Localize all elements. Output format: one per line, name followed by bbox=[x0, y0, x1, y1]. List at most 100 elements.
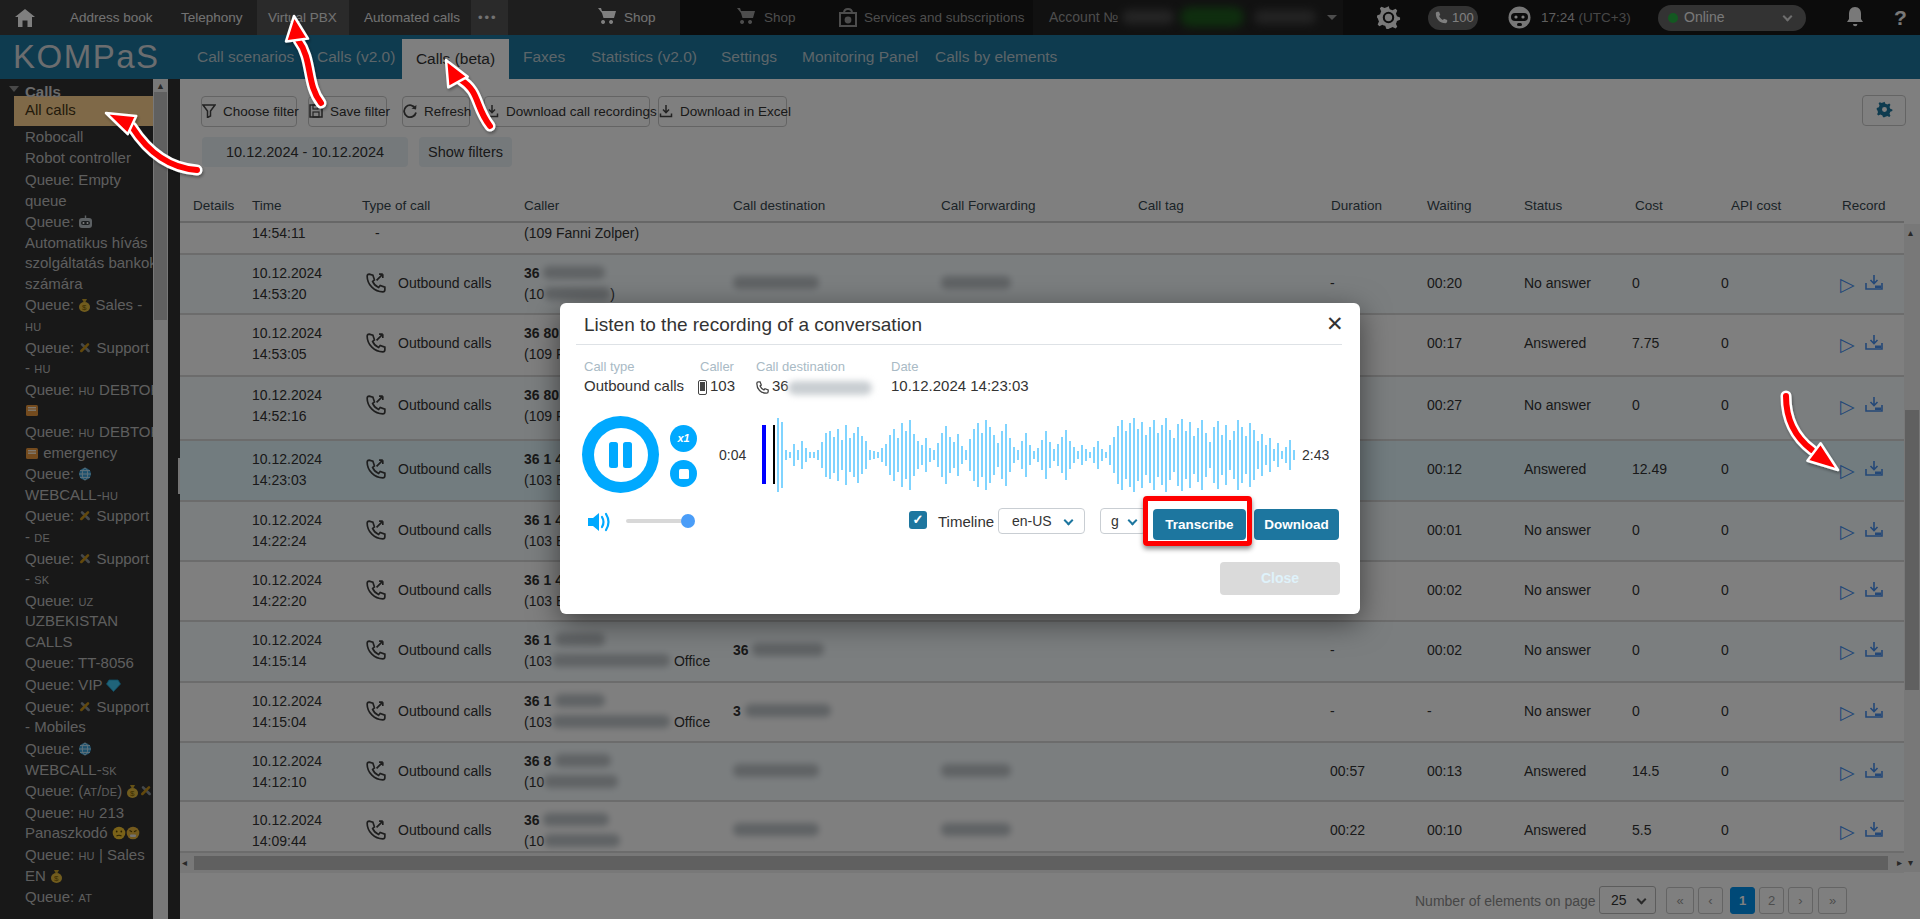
waveform-bar bbox=[1133, 418, 1135, 492]
waveform-bar bbox=[945, 426, 947, 484]
modal-title: Listen to the recording of a conversatio… bbox=[584, 314, 922, 336]
chevron-down-icon bbox=[1064, 516, 1074, 526]
waveform-bar bbox=[1121, 420, 1123, 490]
pause-icon bbox=[623, 442, 632, 468]
waveform-bar bbox=[953, 442, 955, 468]
waveform-cursor[interactable] bbox=[773, 425, 775, 484]
waveform-bar bbox=[813, 452, 815, 458]
waveform-bar bbox=[1053, 449, 1055, 461]
waveform-bar bbox=[1149, 427, 1151, 483]
waveform-bar bbox=[1085, 449, 1087, 461]
stop-icon bbox=[679, 469, 689, 479]
waveform-bar bbox=[1169, 430, 1171, 480]
waveform-bar bbox=[781, 422, 783, 488]
waveform-bar bbox=[1017, 450, 1019, 460]
waveform-bar bbox=[841, 440, 843, 470]
waveform-bar bbox=[1281, 451, 1283, 459]
waveform-bar bbox=[1177, 424, 1179, 486]
waveform-bar bbox=[997, 443, 999, 467]
chevron-down-icon bbox=[1128, 516, 1138, 526]
waveform-bar bbox=[809, 452, 811, 458]
waveform-bar bbox=[893, 429, 895, 481]
waveform-bar bbox=[1005, 424, 1007, 486]
waveform-bar bbox=[985, 420, 987, 490]
waveform-bar bbox=[1145, 435, 1147, 475]
annotation-red-rectangle bbox=[1143, 496, 1252, 546]
voice-select[interactable]: g bbox=[1100, 508, 1146, 534]
waveform-bar bbox=[1061, 437, 1063, 473]
waveform-bar bbox=[917, 441, 919, 469]
waveform-bar bbox=[1105, 452, 1107, 458]
waveform-bar bbox=[1041, 440, 1043, 470]
waveform-bar bbox=[1221, 435, 1223, 475]
waveform-bar bbox=[1021, 441, 1023, 469]
speed-button[interactable]: x1 bbox=[670, 425, 697, 452]
waveform-bar bbox=[933, 450, 935, 460]
waveform-bar bbox=[833, 437, 835, 473]
waveform-bar bbox=[901, 423, 903, 487]
waveform-bar bbox=[873, 451, 875, 459]
stop-button[interactable] bbox=[670, 460, 697, 487]
waveform-bar bbox=[837, 429, 839, 481]
timeline-label: Timeline bbox=[938, 513, 994, 530]
waveform-bar bbox=[865, 441, 867, 469]
waveform-bar bbox=[817, 450, 819, 460]
close-icon[interactable]: ✕ bbox=[1326, 312, 1344, 336]
waveform-bar bbox=[937, 443, 939, 467]
waveform-bar bbox=[1157, 433, 1159, 477]
waveform-bar bbox=[877, 452, 879, 458]
volume-slider-knob[interactable] bbox=[681, 514, 695, 528]
waveform-bar bbox=[1049, 442, 1051, 468]
waveform-bar bbox=[1045, 431, 1047, 479]
waveform-bar bbox=[805, 448, 807, 462]
waveform-bar bbox=[929, 448, 931, 462]
waveform-bar bbox=[1113, 437, 1115, 473]
waveform-bar bbox=[1225, 425, 1227, 485]
waveform-bar bbox=[1073, 447, 1075, 463]
waveform-bar bbox=[1273, 449, 1275, 461]
waveform-bar bbox=[1093, 447, 1095, 463]
pause-button[interactable] bbox=[582, 416, 659, 493]
waveform-bar bbox=[785, 450, 787, 460]
waveform-bar bbox=[1205, 433, 1207, 477]
waveform-bar bbox=[1029, 445, 1031, 465]
waveform-bar bbox=[1201, 420, 1203, 490]
mobile-phone-icon bbox=[698, 380, 707, 395]
waveform-bar bbox=[1245, 436, 1247, 474]
pause-icon bbox=[609, 442, 618, 468]
waveform-bar bbox=[1285, 447, 1287, 463]
waveform-bar bbox=[1233, 431, 1235, 479]
waveform-bar bbox=[1173, 438, 1175, 472]
waveform-bar bbox=[1077, 451, 1079, 459]
waveform-bar bbox=[897, 438, 899, 472]
waveform-bar bbox=[853, 433, 855, 477]
waveform-bar bbox=[777, 418, 779, 492]
waveform-bar bbox=[881, 448, 883, 462]
waveform-bar bbox=[1013, 447, 1015, 463]
pause-button-inner bbox=[594, 428, 648, 482]
volume-icon[interactable] bbox=[586, 510, 616, 534]
waveform-bar bbox=[1081, 445, 1083, 465]
waveform-bar bbox=[965, 450, 967, 460]
waveform-bar bbox=[801, 441, 803, 469]
dest-number-blurred bbox=[788, 381, 872, 395]
waveform-bar bbox=[1161, 425, 1163, 485]
value-caller: 103 bbox=[710, 377, 735, 394]
waveform-bar bbox=[885, 444, 887, 466]
waveform-bar bbox=[1181, 419, 1183, 491]
waveform-bar bbox=[1229, 440, 1231, 470]
timeline-checkbox[interactable]: ✓ bbox=[909, 511, 927, 529]
waveform-bar bbox=[1137, 429, 1139, 481]
waveform-bar bbox=[941, 433, 943, 477]
waveform-bar bbox=[1097, 441, 1099, 469]
value-dest-prefix: 36 bbox=[772, 377, 789, 394]
waveform-bar bbox=[829, 431, 831, 479]
waveform-bar bbox=[1277, 443, 1279, 467]
modal-close-button[interactable]: Close bbox=[1220, 562, 1340, 595]
download-button[interactable]: Download bbox=[1254, 509, 1339, 540]
waveform-bar bbox=[1129, 423, 1131, 487]
waveform-bar bbox=[869, 450, 871, 460]
language-select[interactable]: en-US bbox=[998, 508, 1085, 534]
waveform-bar bbox=[1189, 422, 1191, 488]
waveform[interactable] bbox=[777, 416, 1297, 493]
